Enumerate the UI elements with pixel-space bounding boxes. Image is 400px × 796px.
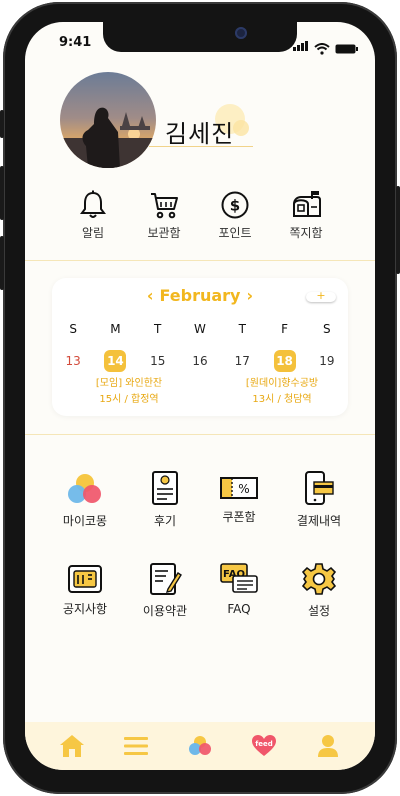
feed-heart-icon: feed (252, 735, 276, 756)
date-row: 13 14 15 16 17 18 19 (52, 350, 348, 372)
menu-label: 설정 (307, 604, 331, 618)
calendar-date-selected[interactable]: 14 (104, 350, 127, 372)
menu-notice[interactable]: 공지사항 (45, 564, 125, 617)
settings-gear-icon (302, 563, 336, 595)
calendar-header: ‹ February › (52, 286, 348, 305)
cart-icon (151, 193, 178, 219)
battery-icon (335, 44, 358, 54)
feed-label: feed (255, 740, 273, 748)
payment-phone-card-icon (305, 471, 334, 505)
calendar-card: ‹ February › + S M T W T F S 13 14 15 16 1… (52, 278, 348, 416)
menu-settings[interactable]: 설정 (279, 562, 359, 619)
tab-home[interactable] (57, 732, 87, 760)
weekday-label: S (69, 322, 77, 336)
volume-down-button (0, 236, 4, 290)
section-divider (25, 260, 375, 261)
menu-coupon[interactable]: % 쿠폰함 (199, 474, 279, 525)
tab-feed[interactable]: feed (249, 732, 279, 760)
mycomong-bubbles-icon (68, 474, 101, 503)
event-detail: 15시 / 합정역 (99, 394, 159, 405)
coupon-icon: % (220, 477, 258, 499)
event-title: [원데이]향수공방 (245, 378, 319, 389)
menu-label: 마이코몽 (62, 514, 108, 528)
quick-action-storage[interactable]: 보관함 (134, 190, 194, 241)
profile-icon (318, 735, 338, 757)
faq-chat-icon: FAQ (220, 563, 258, 593)
weekday-label: T (238, 322, 246, 336)
menu-label: 결제내역 (296, 514, 342, 528)
prev-month-button[interactable]: ‹ (147, 286, 154, 305)
home-icon (60, 735, 84, 757)
power-button (396, 186, 400, 274)
menu-label: 후기 (153, 514, 177, 528)
tab-profile[interactable] (313, 732, 343, 760)
calendar-date[interactable]: 13 (62, 350, 84, 372)
tab-menu[interactable] (121, 732, 151, 760)
calendar-date[interactable]: 19 (316, 350, 338, 372)
menu-label: FAQ (227, 602, 251, 616)
add-event-button[interactable]: + (306, 290, 336, 302)
calendar-week: S M T W T F S 13 14 15 16 17 18 19 (52, 322, 348, 372)
quick-action-alarm[interactable]: 알림 (63, 190, 123, 241)
quick-action-label: 쪽지함 (289, 226, 323, 240)
weekday-label: W (194, 322, 206, 336)
calendar-date-selected[interactable]: 18 (273, 350, 296, 372)
menu-terms[interactable]: 이용약관 (125, 562, 205, 619)
bell-icon (80, 190, 106, 218)
profile-avatar[interactable] (60, 72, 156, 168)
cellular-signal-icon (293, 36, 309, 55)
menu-payment-history[interactable]: 결제내역 (279, 470, 359, 529)
section-divider (25, 434, 375, 435)
terms-document-pen-icon (150, 563, 182, 595)
calendar-event[interactable]: [원데이]향수공방 13시 / 청담역 (226, 376, 338, 408)
weekday-label: M (110, 322, 121, 336)
avatar-photo (60, 107, 156, 168)
quick-action-points[interactable]: $ 포인트 (205, 190, 265, 241)
tab-mycomong[interactable] (185, 732, 215, 760)
bottom-tab-bar: feed (25, 722, 375, 770)
review-document-icon (152, 471, 178, 505)
menu-label: 쿠폰함 (222, 510, 256, 524)
menu-label: 이용약관 (142, 604, 188, 618)
volume-up-button (0, 166, 4, 220)
menu-list-icon (124, 737, 148, 755)
user-name: 김세진 (165, 120, 235, 148)
menu-review[interactable]: 후기 (125, 470, 205, 529)
quick-action-label: 보관함 (147, 226, 181, 240)
menu-label: 공지사항 (62, 602, 108, 616)
quick-action-label: 알림 (81, 226, 105, 240)
wifi-icon (314, 43, 330, 55)
mycomong-icon (189, 736, 211, 755)
menu-mycomong[interactable]: 마이코몽 (45, 472, 125, 529)
calendar-month: February (159, 286, 241, 305)
status-time: 9:41 (59, 35, 92, 50)
notch (103, 22, 297, 52)
mailbox-icon (293, 191, 321, 217)
weekday-label: F (281, 322, 288, 336)
dollar-coin-icon: $ (221, 191, 249, 219)
mute-switch (0, 110, 4, 138)
weekday-label: T (154, 322, 162, 336)
svg-text:%: % (238, 482, 249, 496)
event-title: [모임] 와인한잔 (95, 378, 163, 389)
event-detail: 13시 / 청담역 (252, 394, 312, 405)
calendar-event[interactable]: [모임] 와인한잔 15시 / 합정역 (74, 376, 184, 408)
calendar-date[interactable]: 17 (231, 350, 253, 372)
quick-action-label: 포인트 (218, 226, 252, 240)
svg-text:$: $ (230, 197, 240, 215)
weekday-label: S (323, 322, 331, 336)
weekday-row: S M T W T F S (52, 322, 348, 336)
menu-faq[interactable]: FAQ FAQ (199, 562, 279, 616)
decor-circle-small (233, 120, 249, 136)
quick-action-mailbox[interactable]: 쪽지함 (276, 190, 336, 241)
status-icons (293, 36, 359, 55)
notice-board-icon (68, 565, 102, 593)
front-camera (235, 27, 247, 39)
app-screen: 9:41 김세진 알림 보관함 $ 포인트 쪽지함 ‹ February › +… (25, 22, 375, 770)
name-underline (149, 146, 253, 147)
calendar-date[interactable]: 16 (189, 350, 211, 372)
next-month-button[interactable]: › (246, 286, 253, 305)
calendar-date[interactable]: 15 (147, 350, 169, 372)
